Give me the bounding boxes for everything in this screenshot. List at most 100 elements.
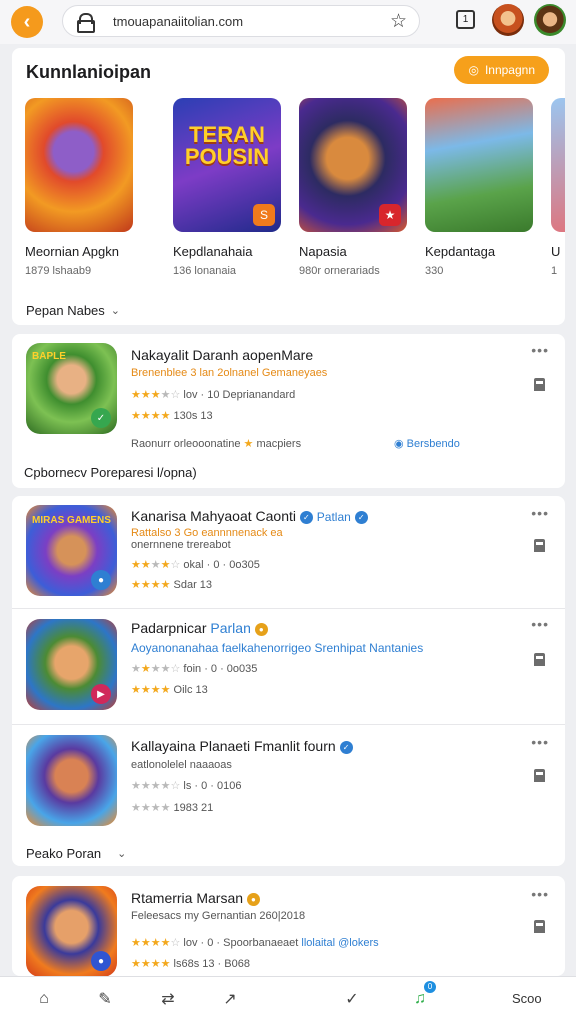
game-meta: 136 lonanaia <box>173 265 237 277</box>
more-icon[interactable]: ••• <box>531 886 549 902</box>
app-title-text: Rtamerria Marsan <box>131 890 244 906</box>
app-rating-text: foin · 0 · 0o035 <box>183 663 258 675</box>
game-tile[interactable]: U 1 <box>551 98 565 277</box>
address-bar[interactable]: tmouapanaiitolian.com ☆ <box>62 5 420 37</box>
app-stats: ★★★★ 130s 13 <box>131 409 213 422</box>
circle-icon: ◎ <box>468 63 479 77</box>
app-stats: ★★★★ Oilc 13 <box>131 683 208 696</box>
bookmark-icon[interactable] <box>534 539 545 552</box>
featured-title: Kunnlanioipan <box>26 62 151 82</box>
app-rating-text: okal · 0 · 0o305 <box>183 559 260 571</box>
more-icon[interactable]: ••• <box>531 342 549 358</box>
section-dropdown[interactable]: Peako Poran ⌄ <box>26 846 126 861</box>
section-label: Cpbornecv Poreparesi l/opna) <box>24 465 197 480</box>
more-icon[interactable]: ••• <box>531 505 549 521</box>
footer-mid: macpiers <box>256 438 302 450</box>
notification-badge: 0 <box>424 981 436 993</box>
coin-icon: ● <box>246 893 260 906</box>
bottom-navigation: ⌂ ✎ ⇄ ↗ ✓ ♫ 0 Scoo <box>0 976 576 1024</box>
divider <box>12 608 565 609</box>
star-rating: ★★★★ <box>131 684 171 696</box>
app-title-text: Kanarisa Mahyaoat Caonti <box>131 508 296 524</box>
featured-pill-button[interactable]: ◎ Innpagnn <box>454 56 549 84</box>
app-icon <box>26 735 117 826</box>
app-list-card: ● Rtamerria Marsan ● Feleesacs my Gernan… <box>12 876 565 976</box>
app-count: 130s 13 <box>173 410 213 422</box>
back-button[interactable]: ‹ <box>11 6 43 38</box>
app-link[interactable]: ◉ Bersbendo <box>394 437 460 450</box>
game-art: TERAN POUSIN S <box>173 98 281 232</box>
section-dropdown[interactable]: Pepan Nabes ⌄ <box>26 303 120 318</box>
game-name: Kepdantaga <box>425 244 496 259</box>
bookmark-icon[interactable] <box>534 920 545 933</box>
more-icon[interactable]: ••• <box>531 616 549 632</box>
app-list-card: BAPLE ✓ Nakayalit Daranh aopenMare Brene… <box>12 334 565 488</box>
app-icon-text: BAPLE <box>32 351 66 362</box>
app-title: Kallayaina Planaeti Fmanlit fourn ✓ <box>131 738 353 754</box>
chevron-left-icon: ‹ <box>23 10 31 33</box>
play-icon: ▶ <box>91 684 111 704</box>
check-icon[interactable]: ✓ <box>340 987 364 1011</box>
bookmark-star-icon[interactable]: ☆ <box>390 10 407 33</box>
leaf-icon: ✓ <box>91 408 111 428</box>
app-stats: ★★★★ 1983 21 <box>131 801 213 814</box>
app-rating-text: lov · 10 Deprianandard <box>183 389 296 401</box>
nav-label[interactable]: Scoo <box>512 991 542 1006</box>
game-name: Meornian Apgkn <box>25 244 119 259</box>
browser-toolbar: ‹ tmouapanaiitolian.com ☆ 1 <box>0 0 576 44</box>
avatar-secondary[interactable] <box>534 4 566 36</box>
star-rating: ★★★★ <box>131 410 171 422</box>
app-title-text: Kallayaina Planaeti Fmanlit fourn <box>131 738 336 754</box>
bookmark-icon[interactable] <box>534 653 545 666</box>
edit-icon[interactable]: ✎ <box>93 987 117 1011</box>
chevron-down-icon: ⌄ <box>110 305 120 317</box>
section-heading: Cpbornecv Poreparesi l/opna) <box>24 465 197 480</box>
app-icon: ● <box>26 886 117 976</box>
game-tile[interactable]: Kepdantaga 330 <box>425 98 543 277</box>
chart-icon[interactable]: ↗ <box>218 987 242 1011</box>
shuffle-icon[interactable]: ⇄ <box>156 987 180 1011</box>
chat-icon: ● <box>91 951 111 971</box>
star-rating: ★★★★☆ <box>131 389 181 401</box>
app-count: Sdar 13 <box>173 579 213 591</box>
game-tile[interactable]: ★ Napasia 980r ornerariads <box>299 98 417 277</box>
star-rating: ★★★★☆ <box>131 937 181 949</box>
bookmark-icon[interactable] <box>534 378 545 391</box>
featured-games-carousel[interactable]: Meornian Apgkn 1879 lshaab9 TERAN POUSIN… <box>25 98 565 283</box>
game-tile[interactable]: Meornian Apgkn 1879 lshaab9 <box>25 98 143 277</box>
star-rating: ★★★★ <box>131 802 171 814</box>
section-label: Pepan Nabes <box>26 303 105 318</box>
game-meta: 1 <box>551 265 558 277</box>
app-stats: ★★★★ ls68s 13 · B068 <box>131 957 250 970</box>
tabs-button[interactable]: 1 <box>456 10 475 29</box>
app-icon: BAPLE ✓ <box>26 343 117 434</box>
game-logo-text: TERAN POUSIN <box>184 122 270 169</box>
app-icon: ▶ <box>26 619 117 710</box>
star-rating: ★★★★☆ <box>131 663 181 675</box>
app-subtitle: Rattalso 3 Go eannnnenack ea <box>131 527 283 539</box>
star-rating: ★★★★☆ <box>131 780 181 792</box>
chevron-down-icon: ⌄ <box>117 848 127 860</box>
game-name: U <box>551 244 561 259</box>
app-link-text[interactable]: llolaital @lokers <box>301 937 378 949</box>
avatar[interactable] <box>492 4 524 36</box>
divider <box>12 724 565 725</box>
game-art <box>425 98 533 232</box>
app-icon: MIRAS GAMENS ● <box>26 505 117 596</box>
more-icon[interactable]: ••• <box>531 734 549 750</box>
star-icon: ★ <box>243 438 254 450</box>
game-art <box>25 98 133 232</box>
featured-pill-label: Innpagnn <box>484 63 535 77</box>
home-icon[interactable]: ⌂ <box>32 987 56 1011</box>
app-subtitle: Aoyanonanahaa faelkahenorrigeo Srenhipat… <box>131 641 424 655</box>
notification-bell-icon[interactable]: ♫ 0 <box>408 981 436 1011</box>
game-art <box>551 98 565 232</box>
app-title-text: Padarpnicar <box>131 620 207 636</box>
app-rating-text: ls · 0 · 0106 <box>183 780 242 792</box>
globe-icon: ◉ <box>394 438 404 450</box>
app-footer: Raonurr orleooonatine ★ macpiers <box>131 437 301 450</box>
star-rating: ★★★★☆ <box>131 559 181 571</box>
game-tile[interactable]: TERAN POUSIN S Kepdlanahaia 136 lonanaia <box>173 98 291 277</box>
tab-count: 1 <box>462 14 469 25</box>
bookmark-icon[interactable] <box>534 769 545 782</box>
